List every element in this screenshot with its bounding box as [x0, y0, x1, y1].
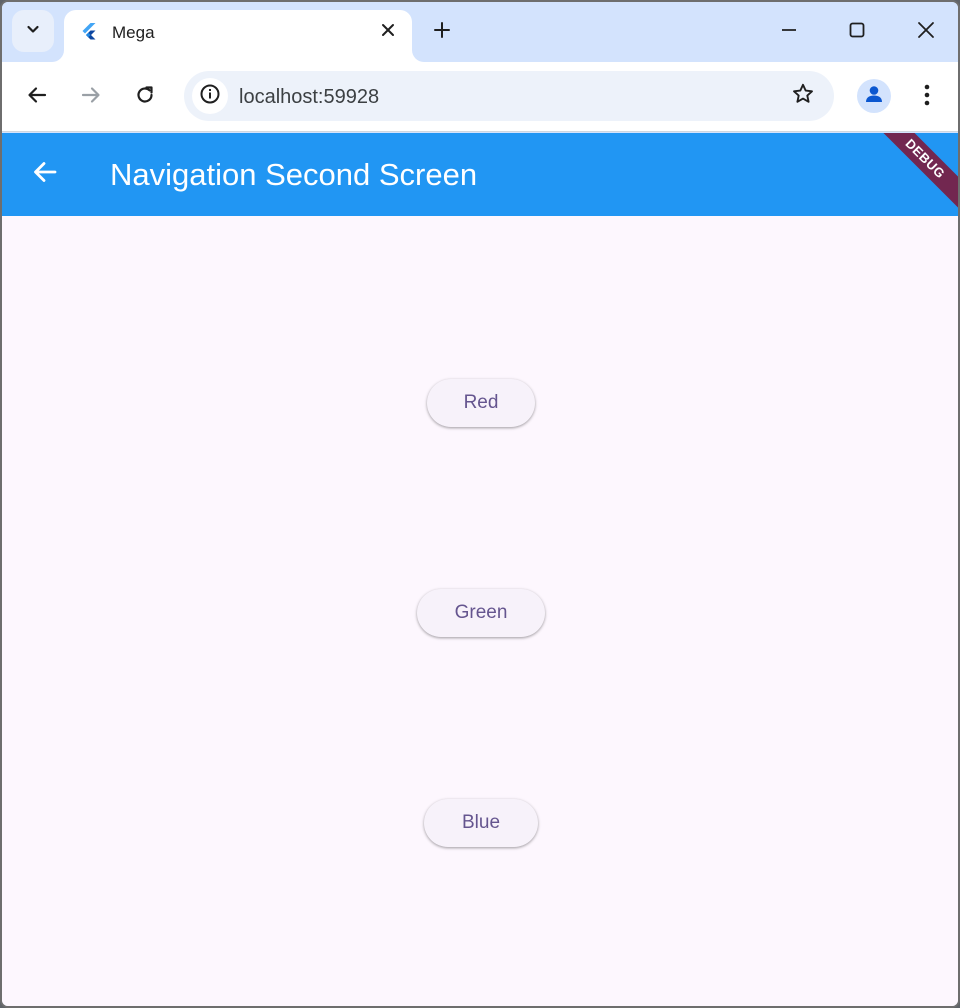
info-icon [199, 83, 221, 110]
star-icon [791, 82, 815, 111]
app-body: Navigation Second Screen DEBUG Red Green… [2, 133, 958, 1006]
tab-search-button[interactable] [12, 10, 54, 52]
tab-strip: Mega [2, 2, 958, 62]
back-button[interactable] [19, 79, 55, 115]
maximize-icon [848, 21, 866, 44]
reload-button[interactable] [127, 79, 163, 115]
tab-title: Mega [112, 23, 155, 42]
close-icon [917, 21, 935, 44]
green-button[interactable]: Green [417, 589, 545, 637]
forward-button[interactable] [73, 79, 109, 115]
arrow-right-icon [80, 84, 102, 111]
browser-tab[interactable]: Mega [64, 10, 412, 62]
more-vert-icon [924, 84, 930, 111]
maximize-button[interactable] [837, 12, 877, 52]
address-bar[interactable]: localhost:59928 [184, 71, 834, 121]
browser-menu-button[interactable] [912, 79, 942, 115]
flutter-icon [80, 22, 98, 40]
person-icon [863, 83, 885, 110]
page-title: Navigation Second Screen [110, 157, 478, 192]
arrow-left-icon [26, 84, 48, 111]
close-window-button[interactable] [906, 12, 946, 52]
browser-toolbar: localhost:59928 [2, 62, 958, 132]
site-info-button[interactable] [192, 78, 228, 114]
debug-banner: DEBUG [871, 133, 958, 213]
tab-close-button[interactable] [378, 22, 398, 42]
browser-window: Mega localhost:59928 Navigation Second S… [0, 0, 960, 1008]
minimize-icon [780, 21, 798, 44]
blue-button[interactable]: Blue [424, 799, 538, 847]
bookmark-button[interactable] [790, 83, 816, 109]
app-bar: Navigation Second Screen DEBUG [2, 133, 958, 216]
minimize-button[interactable] [769, 12, 809, 52]
reload-icon [134, 84, 156, 111]
profile-button[interactable] [857, 79, 891, 113]
red-button[interactable]: Red [427, 379, 535, 427]
close-icon [381, 23, 395, 42]
new-tab-button[interactable] [427, 17, 457, 47]
arrow-left-icon [31, 158, 59, 191]
plus-icon [433, 21, 451, 44]
app-back-button[interactable] [24, 153, 66, 195]
chevron-down-icon [25, 21, 41, 42]
url-text: localhost:59928 [239, 86, 380, 108]
